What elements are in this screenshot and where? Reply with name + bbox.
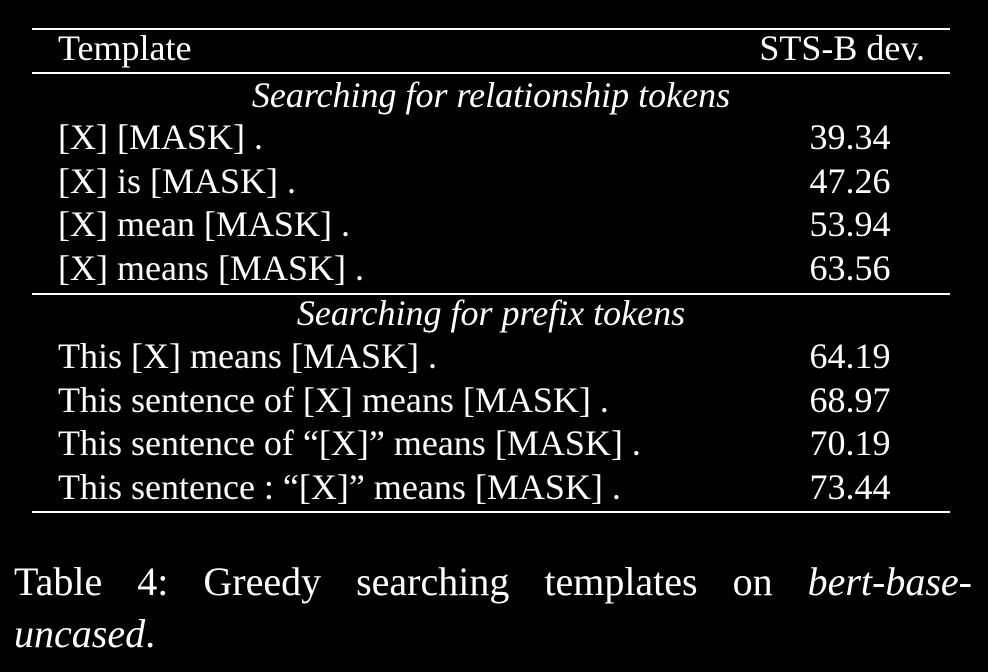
row-template: [X] means [MASK] . [58, 248, 364, 288]
row-template: This sentence of “[X]” means [MASK] . [58, 423, 641, 463]
table-row: This [X] means [MASK] . 64.19 [32, 334, 950, 378]
caption-period: . [145, 611, 156, 656]
table-row: This sentence : “[X]” means [MASK] . 73.… [32, 465, 950, 509]
row-template: This sentence of [X] means [MASK] . [58, 380, 609, 420]
table-row: [X] means [MASK] . 63.56 [32, 246, 950, 290]
row-template: This sentence : “[X]” means [MASK] . [58, 467, 621, 507]
row-template: [X] mean [MASK] . [58, 204, 350, 244]
row-score: 68.97 [809, 380, 891, 420]
row-score: 63.56 [809, 248, 891, 288]
table-caption: Table 4: Greedy searching templates on b… [14, 556, 972, 660]
row-score: 47.26 [809, 161, 891, 201]
row-score: 53.94 [809, 204, 891, 244]
row-score: 39.34 [809, 117, 891, 157]
row-score: 64.19 [809, 336, 891, 376]
table-row: This sentence of “[X]” means [MASK] . 70… [32, 421, 950, 465]
row-score: 70.19 [809, 423, 891, 463]
row-template: [X] is [MASK] . [58, 161, 296, 201]
table-row: This sentence of [X] means [MASK] . 68.9… [32, 378, 950, 422]
row-template: [X] [MASK] . [58, 117, 263, 157]
caption-label: Table 4: [14, 559, 169, 604]
table-row: [X] mean [MASK] . 53.94 [32, 202, 950, 246]
table-row: [X] [MASK] . 39.34 [32, 115, 950, 159]
row-template: This [X] means [MASK] . [58, 336, 437, 376]
table-header-row: Template STS-B dev. [32, 26, 950, 70]
section-title: Searching for prefix tokens [296, 293, 686, 333]
header-score: STS-B dev. [759, 28, 925, 68]
row-score: 73.44 [809, 467, 891, 507]
table-row: [X] is [MASK] . 47.26 [32, 159, 950, 203]
paper-table-page: { "table": { "header": { "template": "Te… [0, 0, 988, 672]
table-bottom-rule [32, 511, 950, 513]
caption-text: Greedy searching templates on [203, 559, 773, 604]
section-title: Searching for relationship tokens [251, 75, 731, 115]
